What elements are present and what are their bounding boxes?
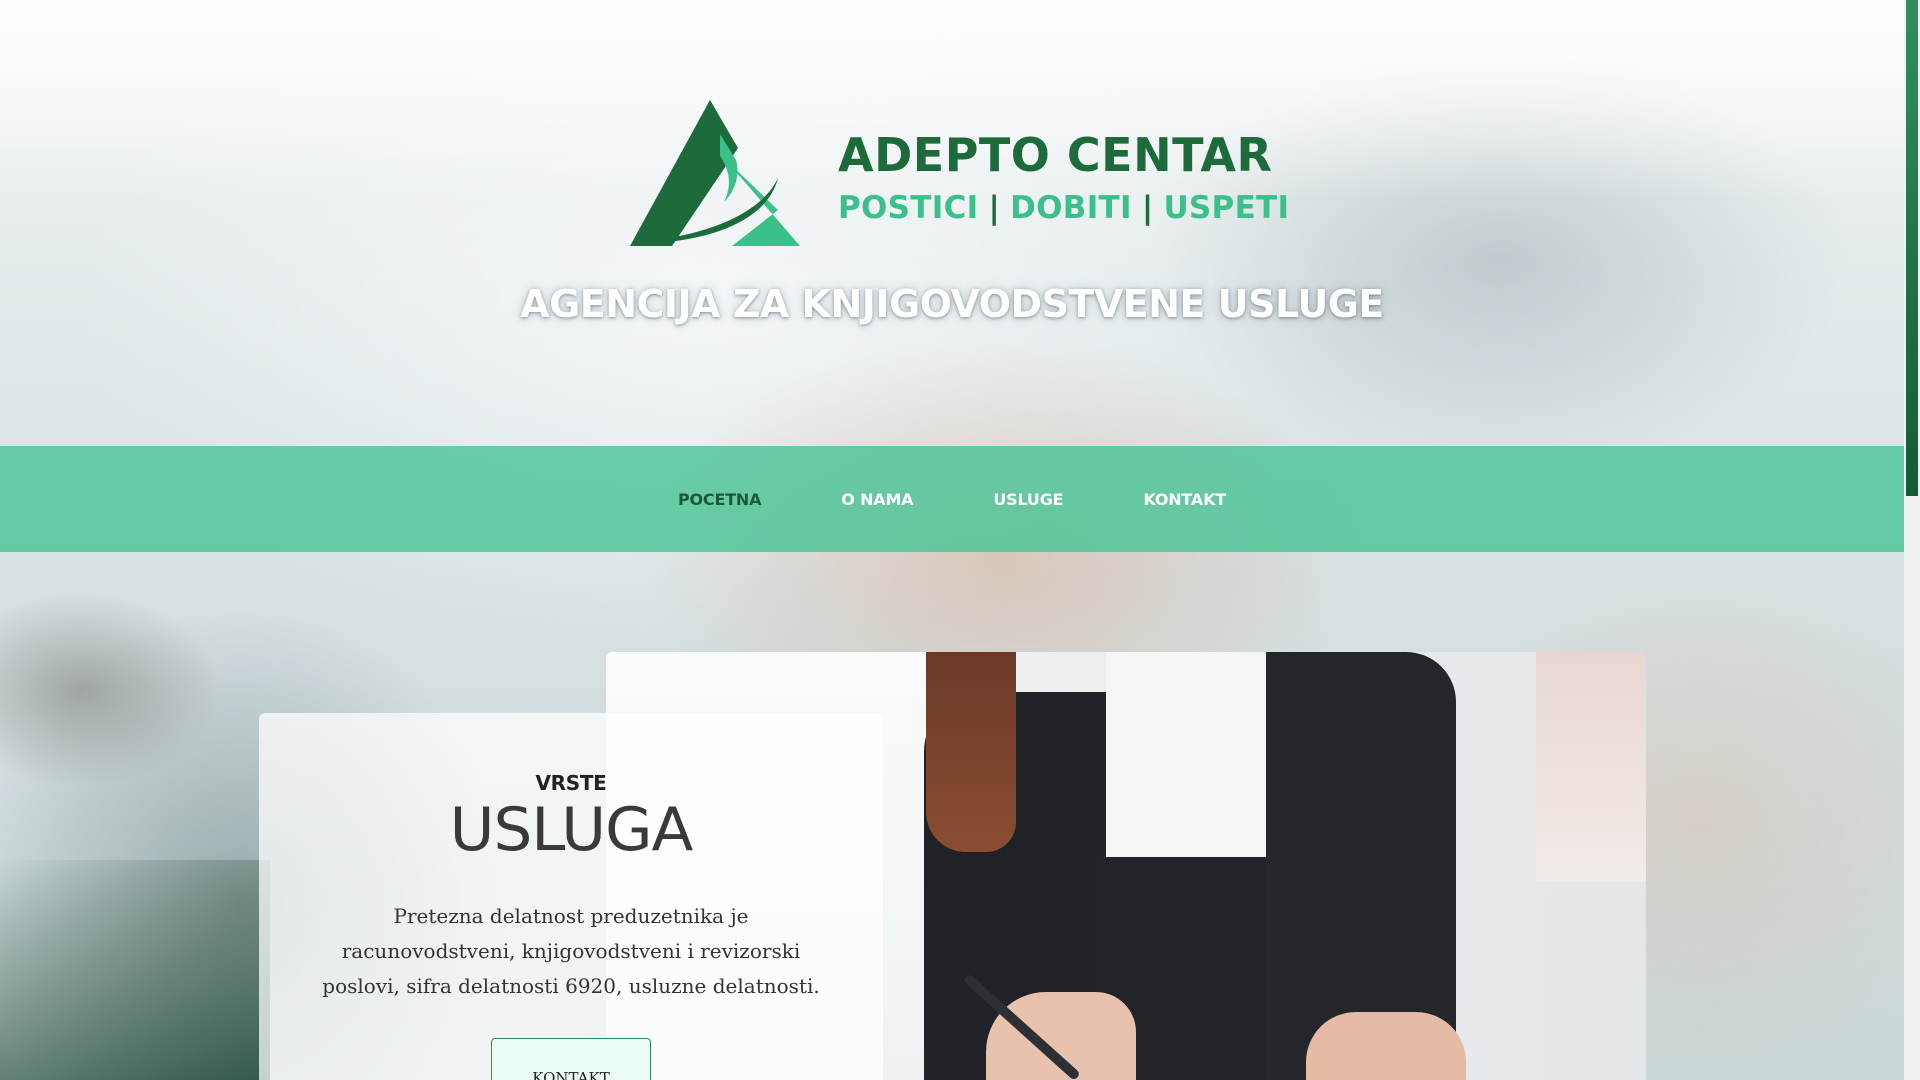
card-title: USLUGA [449,795,694,865]
card-kicker: VRSTE [535,771,607,795]
brand-logo[interactable]: ADEPTO CENTAR POSTICI | DOBITI | USPETI [628,98,1289,248]
hero-background-sleeve [0,570,260,810]
page-headline: AGENCIJA ZA KNJIGOVODSTVENE USLUGE [520,282,1384,326]
photo-hand-right [1306,1012,1466,1080]
services-card: VRSTE USLUGA Pretezna delatnost preduzet… [259,713,883,1080]
scrollbar-thumb[interactable] [1906,0,1918,496]
contact-button[interactable]: KONTAKT [491,1038,651,1080]
triangle-logo-icon [630,100,800,246]
main-nav: POCETNA O NAMA USLUGE KONTAKT [0,446,1904,552]
page-scrollbar[interactable] [1904,0,1920,1080]
nav-item-kontakt[interactable]: KONTAKT [1103,490,1266,509]
tagline-part: USPETI [1163,190,1290,226]
tagline-part: POSTICI [838,190,979,226]
tagline-separator: | [1141,190,1154,226]
card-description: Pretezna delatnost preduzetnika je racun… [322,904,820,998]
tagline-part: DOBITI [1010,190,1132,226]
nav-item-usluge[interactable]: USLUGE [953,490,1103,509]
photo-window-right [1536,652,1646,882]
brand-name: ADEPTO CENTAR [838,128,1273,182]
nav-item-pocetna[interactable]: POCETNA [638,490,801,509]
photo-hair [926,652,1016,852]
photo-shirt [1106,652,1286,857]
nav-item-o-nama[interactable]: O NAMA [801,490,953,509]
hero-background-shadow [0,860,270,1080]
brand-tagline: POSTICI | DOBITI | USPETI [838,190,1289,226]
tagline-separator: | [988,190,1001,226]
